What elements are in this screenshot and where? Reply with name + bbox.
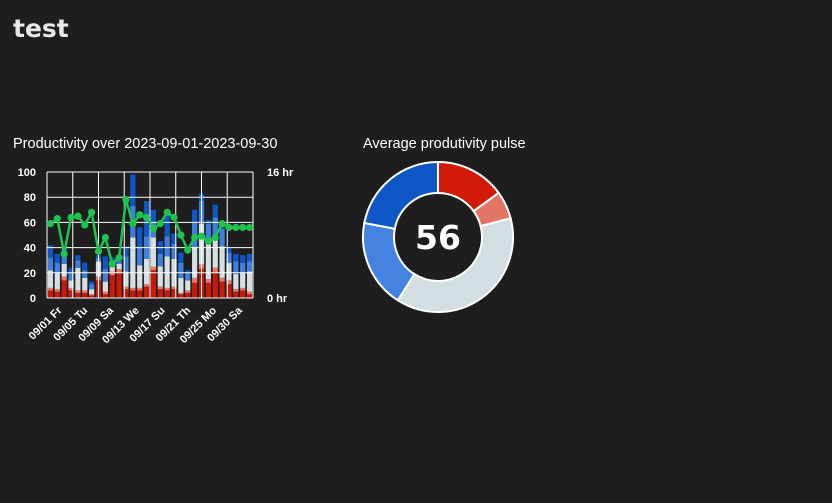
productivity-pulse-donut: 56 [362, 160, 514, 313]
donut-center-value: 56 [415, 218, 461, 257]
